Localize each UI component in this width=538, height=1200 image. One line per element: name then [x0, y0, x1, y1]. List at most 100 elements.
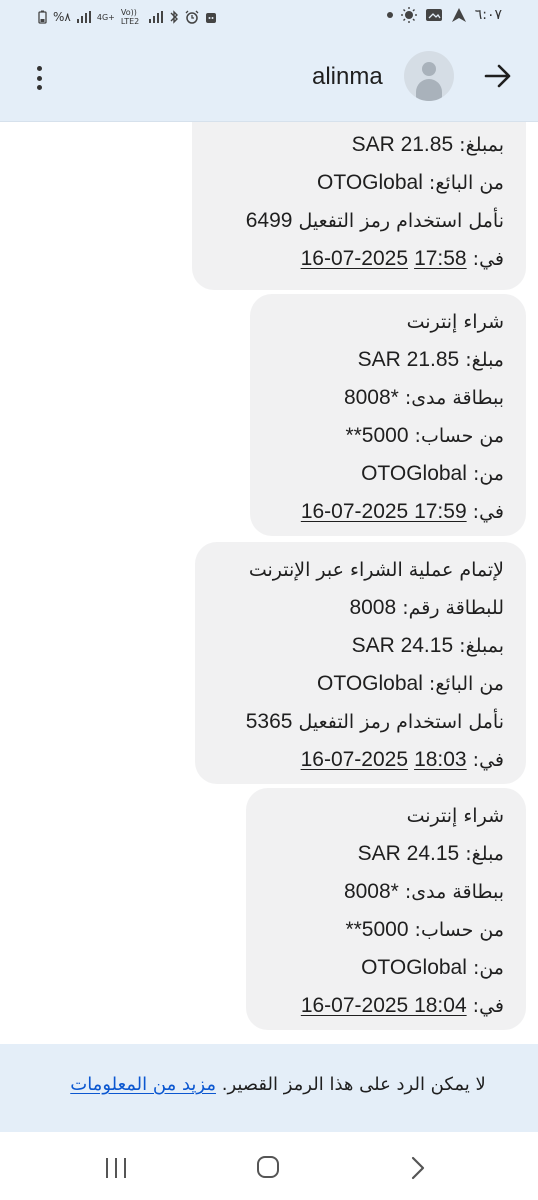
message-text: من حساب: — [408, 425, 504, 447]
conversation-title[interactable]: alinma — [312, 63, 383, 91]
message-text: من البائع: — [422, 172, 504, 194]
message-text: نأمل استخدام رمز التفعيل — [292, 711, 504, 733]
message-value: OTOGlobal — [361, 462, 467, 485]
status-right: ٦:٠٧ — [386, 7, 502, 23]
message-value: 8008 — [349, 596, 397, 619]
date-time-link[interactable]: 17:58 — [414, 247, 467, 270]
home-icon[interactable] — [257, 1156, 279, 1178]
message-value: OTOGlobal — [317, 672, 423, 695]
more-info-link[interactable]: مزيد من المعلومات — [70, 1074, 216, 1095]
message-value: OTOGlobal — [317, 171, 423, 194]
back-icon[interactable] — [408, 1156, 428, 1180]
message-line: مبلغ: SAR 24.15 — [268, 835, 504, 873]
message-line: في: 18:03 16-07-2025 — [217, 741, 504, 779]
reply-disabled-label: لا يمكن الرد على هذا الرمز القصير. — [221, 1074, 486, 1095]
brightness-icon — [400, 7, 417, 23]
message-text: في: — [466, 248, 504, 270]
date-time-link[interactable]: 16-07-2025 — [301, 247, 408, 270]
status-left: %٨ 4G+ Vo)) LTE2 — [38, 8, 217, 26]
message-line: بمبلغ: SAR 21.85 — [214, 126, 504, 164]
message-line: ببطاقة مدى: 8008* — [272, 379, 504, 417]
message-line: في: 16-07-2025 18:04 — [268, 987, 504, 1025]
message-text: بمبلغ: — [453, 134, 504, 156]
message-line: من حساب: **5000 — [268, 911, 504, 949]
app-bar: alinma — [0, 34, 538, 122]
message-line: من حساب: **5000 — [272, 417, 504, 455]
message-text: من: — [466, 957, 504, 979]
message-line: مبلغ: SAR 21.85 — [272, 341, 504, 379]
message-text: شراء إنترنت — [406, 805, 504, 827]
message-value: 5365 — [245, 710, 293, 733]
message-text: لإتمام عملية الشراء عبر الإنترنت — [248, 559, 504, 581]
volte-icon: Vo)) LTE2 — [120, 8, 140, 26]
message-line: من: OTOGlobal — [268, 949, 504, 987]
signal-icon — [76, 11, 91, 23]
message-line: شراء إنترنت — [268, 798, 504, 835]
message-line: نأمل استخدام رمز التفعيل 5365 — [217, 703, 504, 741]
message-text: شراء إنترنت — [406, 311, 504, 333]
message-line: في: 16-07-2025 17:59 — [272, 493, 504, 531]
date-time-link[interactable]: 16-07-2025 18:04 — [301, 994, 467, 1017]
message-line: ببطاقة مدى: 8008* — [268, 873, 504, 911]
message-text: للبطاقة رقم: — [396, 597, 504, 619]
message-value: SAR 24.15 — [351, 634, 454, 657]
message-line: نأمل استخدام رمز التفعيل 6499 — [214, 202, 504, 240]
message-text: في: — [466, 995, 504, 1017]
reply-disabled-banner: لا يمكن الرد على هذا الرمز القصير. مزيد … — [0, 1044, 538, 1132]
message-line: بمبلغ: SAR 24.15 — [217, 627, 504, 665]
message-line: شراء إنترنت — [272, 304, 504, 341]
message-value: 8008* — [343, 880, 399, 903]
message-text: مبلغ: — [459, 843, 504, 865]
app-notification-icon — [205, 12, 216, 23]
message-line: للبطاقة رقم: 8008 — [217, 589, 504, 627]
message-value: SAR 21.85 — [357, 348, 460, 371]
message-text: في: — [466, 501, 504, 523]
message-bubble[interactable]: بمبلغ: SAR 21.85 من البائع: OTOGlobal نأمل… — [192, 122, 526, 290]
recents-icon[interactable] — [106, 1158, 126, 1178]
message-value: SAR 21.85 — [351, 133, 454, 156]
more-vert-icon[interactable] — [24, 60, 54, 96]
message-text: ببطاقة مدى: — [398, 881, 504, 903]
message-line: لإتمام عملية الشراء عبر الإنترنت — [217, 552, 504, 589]
message-bubble[interactable]: شراء إنترنت مبلغ: SAR 24.15 ببطاقة مدى: 80… — [246, 788, 526, 1030]
message-text: من البائع: — [422, 673, 504, 695]
system-nav-bar — [0, 1132, 538, 1200]
message-line: في: 17:58 16-07-2025 — [214, 240, 504, 278]
message-value: 8008* — [343, 386, 399, 409]
dot-icon — [386, 12, 393, 18]
message-bubble[interactable]: شراء إنترنت مبلغ: SAR 21.85 ببطاقة مدى: 80… — [250, 294, 526, 536]
status-bar: %٨ 4G+ Vo)) LTE2 ٦:٠٧ — [0, 0, 538, 34]
message-text: من حساب: — [408, 919, 504, 941]
arrow-right-icon[interactable] — [480, 58, 516, 94]
signal-icon — [148, 11, 163, 23]
person-icon[interactable] — [404, 51, 454, 101]
message-line: من البائع: OTOGlobal — [214, 164, 504, 202]
message-value: 6499 — [245, 209, 293, 232]
bluetooth-icon — [170, 10, 178, 24]
message-value: **5000 — [345, 424, 409, 447]
battery-percent: %٨ — [53, 10, 71, 24]
message-text: نأمل استخدام رمز التفعيل — [292, 210, 504, 232]
message-value: **5000 — [345, 918, 409, 941]
message-text: بمبلغ: — [453, 635, 504, 657]
date-time-link[interactable]: 18:03 — [414, 748, 467, 771]
message-text: في: — [466, 749, 504, 771]
message-line: من البائع: OTOGlobal — [217, 665, 504, 703]
message-value: SAR 24.15 — [357, 842, 460, 865]
message-bubble[interactable]: لإتمام عملية الشراء عبر الإنترنت للبطاقة … — [195, 542, 526, 784]
message-value: OTOGlobal — [361, 956, 467, 979]
4g-icon: 4G+ — [96, 12, 115, 22]
battery-icon — [38, 10, 47, 24]
message-line: من: OTOGlobal — [272, 455, 504, 493]
date-time-link[interactable]: 16-07-2025 — [301, 748, 408, 771]
clock: ٦:٠٧ — [474, 7, 502, 23]
navigation-icon — [451, 8, 466, 22]
conversation-list[interactable]: بمبلغ: SAR 21.85 من البائع: OTOGlobal نأمل… — [0, 122, 538, 1044]
alarm-icon — [185, 10, 199, 24]
message-text: مبلغ: — [459, 349, 504, 371]
reply-disabled-text: لا يمكن الرد على هذا الرمز القصير. مزيد … — [0, 1074, 538, 1095]
message-text: من: — [466, 463, 504, 485]
gallery-icon — [425, 9, 442, 21]
date-time-link[interactable]: 16-07-2025 17:59 — [301, 500, 467, 523]
message-text: ببطاقة مدى: — [398, 387, 504, 409]
